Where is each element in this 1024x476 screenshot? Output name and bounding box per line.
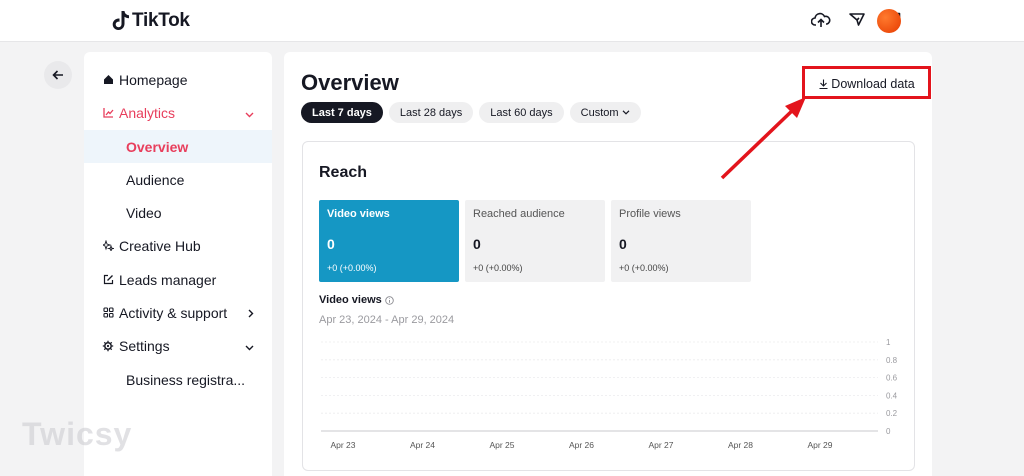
page-title: Overview: [301, 70, 399, 95]
filter-last-28-days[interactable]: Last 28 days: [388, 102, 474, 123]
sidebar-item-audience[interactable]: Audience: [84, 163, 272, 196]
grid-icon: [102, 307, 114, 319]
filter-custom[interactable]: Custom: [569, 102, 641, 123]
metric-value: 0: [327, 236, 335, 252]
chevron-down-icon: [622, 110, 630, 115]
sidebar-item-homepage[interactable]: Homepage: [84, 63, 272, 96]
metric-value: 0: [619, 236, 627, 252]
y-tick-label: 0.8: [886, 356, 898, 365]
y-tick-label: 0: [886, 427, 891, 436]
x-tick-label: Apr 24: [410, 440, 435, 450]
info-icon[interactable]: [385, 295, 394, 305]
sidebar-item-settings[interactable]: Settings: [84, 329, 272, 362]
chart-icon: [102, 107, 114, 119]
sidebar-item-label: Settings: [119, 337, 170, 354]
y-tick-label: 0.4: [886, 391, 898, 400]
x-tick-label: Apr 23: [330, 440, 355, 450]
arrow-left-icon: [52, 70, 63, 80]
metric-delta: +0 (+0.00%): [327, 263, 377, 273]
sidebar-item-analytics[interactable]: Analytics: [84, 96, 272, 129]
x-tick-label: Apr 29: [807, 440, 832, 450]
sidebar-item-leads-manager[interactable]: Leads manager: [84, 263, 272, 296]
annotation-highlight-box: [802, 66, 931, 99]
sidebar-item-activity-support[interactable]: Activity & support: [84, 296, 272, 329]
sidebar-item-label: Analytics: [119, 104, 176, 121]
chart-label-text: Video views: [319, 294, 382, 306]
metric-label: Reached audience: [473, 208, 565, 220]
sidebar: Homepage Analytics Overview Audience Vid…: [84, 52, 272, 476]
sidebar-item-label: Leads manager: [119, 271, 217, 288]
gear-icon: [102, 340, 114, 352]
metric-reached-audience[interactable]: Reached audience 0 +0 (+0.00%): [465, 200, 605, 282]
metric-delta: +0 (+0.00%): [473, 263, 523, 273]
filter-label: Last 28 days: [399, 106, 463, 119]
app-name: TikTok: [132, 10, 190, 31]
sidebar-item-label: Audience: [126, 171, 185, 188]
chevron-down-icon: [245, 105, 254, 121]
top-bar: TikTok: [0, 0, 1024, 42]
edit-icon: [102, 274, 114, 286]
y-tick-label: 0.6: [886, 374, 898, 383]
metric-delta: +0 (+0.00%): [619, 263, 669, 273]
avatar[interactable]: [877, 9, 901, 33]
sidebar-item-label: Activity & support: [119, 304, 228, 321]
filter-last-7-days[interactable]: Last 7 days: [301, 102, 383, 123]
twicsy-watermark: Twicsy: [22, 416, 133, 452]
filter-label: Custom: [580, 106, 619, 119]
tiktok-logo[interactable]: TikTok: [112, 10, 190, 32]
metric-label: Video views: [327, 208, 390, 220]
chevron-right-icon: [248, 305, 254, 321]
sidebar-item-overview[interactable]: Overview: [84, 130, 272, 163]
metric-profile-views[interactable]: Profile views 0 +0 (+0.00%): [611, 200, 751, 282]
upload-cloud-icon[interactable]: [810, 9, 832, 31]
tiktok-logo-icon: [112, 11, 129, 30]
back-button[interactable]: [44, 61, 72, 89]
x-tick-label: Apr 28: [728, 440, 753, 450]
reach-title: Reach: [319, 164, 368, 181]
filter-send-icon[interactable]: [846, 9, 868, 31]
chart-label: Video views: [319, 294, 394, 306]
sidebar-item-label: Video: [126, 204, 162, 221]
filter-label: Last 60 days: [490, 106, 553, 119]
home-icon: [102, 74, 114, 86]
metric-value: 0: [473, 236, 481, 252]
reach-card: Reach Video views 0 +0 (+0.00%) Reached …: [302, 141, 915, 471]
y-tick-label: 0.2: [886, 409, 898, 418]
filter-label: Last 7 days: [312, 106, 372, 119]
filter-last-60-days[interactable]: Last 60 days: [479, 102, 564, 123]
metric-video-views[interactable]: Video views 0 +0 (+0.00%): [319, 200, 459, 282]
x-tick-label: Apr 25: [489, 440, 514, 450]
sidebar-item-label: Creative Hub: [119, 237, 201, 254]
chart-date-range: Apr 23, 2024 - Apr 29, 2024: [319, 314, 455, 326]
video-views-chart: 1 0.8 0.6 0.4 0.2 0 Apr 23 Apr 24 Apr 25 Apr 26 Ap…: [321, 338, 898, 450]
metric-label: Profile views: [619, 208, 681, 220]
main-panel: Overview Download data Last 7 days Last …: [284, 52, 932, 476]
sidebar-item-label: Homepage: [119, 71, 188, 88]
sidebar-item-business-registration[interactable]: Business registra...: [84, 363, 272, 396]
x-tick-label: Apr 26: [569, 440, 594, 450]
date-filter-group: Last 7 days Last 28 days Last 60 days Cu…: [301, 102, 641, 123]
y-tick-label: 1: [886, 338, 891, 347]
chevron-down-icon: [245, 338, 254, 354]
sidebar-item-label: Overview: [126, 138, 189, 155]
x-tick-label: Apr 27: [648, 440, 673, 450]
sidebar-item-video[interactable]: Video: [84, 196, 272, 229]
sidebar-item-label: Business registra...: [126, 371, 246, 388]
sparkle-icon: [102, 240, 114, 252]
sidebar-item-creative-hub[interactable]: Creative Hub: [84, 229, 272, 262]
